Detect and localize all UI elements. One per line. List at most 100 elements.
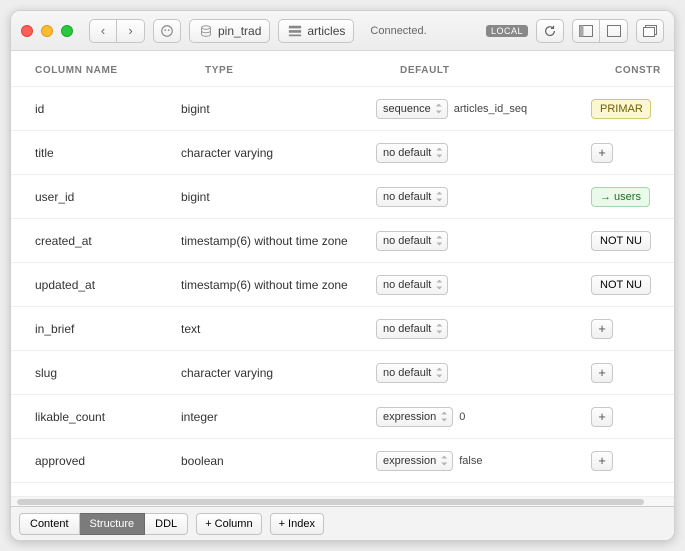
default-value[interactable]: articles_id_seq	[454, 103, 527, 115]
new-window-button[interactable]	[636, 19, 664, 43]
column-default: expression 0	[376, 407, 591, 427]
column-type[interactable]: bigint	[181, 102, 376, 116]
tab-ddl[interactable]: DDL	[145, 513, 188, 535]
back-button[interactable]: ‹	[89, 19, 117, 43]
column-row[interactable]: created_attimestamp(6) without time zone…	[11, 219, 674, 263]
table-icon	[287, 24, 303, 38]
column-row[interactable]: user_idbigintno default → users	[11, 175, 674, 219]
scrollbar-thumb[interactable]	[17, 499, 644, 505]
left-panel-toggle[interactable]	[572, 19, 600, 43]
window-controls	[21, 25, 73, 37]
column-constraints: +	[591, 143, 674, 163]
column-row[interactable]: slugcharacter varyingno default +	[11, 351, 674, 395]
column-name[interactable]: likable_count	[11, 410, 181, 424]
env-badge: LOCAL	[486, 25, 528, 37]
tab-content[interactable]: Content	[19, 513, 80, 535]
database-crumb[interactable]: pin_trad	[189, 19, 270, 43]
column-default: expression false	[376, 451, 591, 471]
column-default: no default	[376, 187, 591, 207]
footer-bar: ContentStructureDDL + Column + Index	[11, 506, 674, 540]
column-type[interactable]: timestamp(6) without time zone	[181, 278, 376, 292]
add-constraint-button[interactable]: +	[591, 451, 613, 471]
column-row[interactable]: idbigintsequence articles_id_seq PRIMAR	[11, 87, 674, 131]
column-default: no default	[376, 319, 591, 339]
refresh-icon	[543, 24, 557, 38]
column-type[interactable]: character varying	[181, 146, 376, 160]
column-constraints: +	[591, 319, 674, 339]
refresh-button[interactable]	[536, 19, 564, 43]
column-name[interactable]: approved	[11, 454, 181, 468]
window-stack-icon	[643, 25, 657, 37]
add-constraint-button[interactable]: +	[591, 363, 613, 383]
forward-button[interactable]: ›	[117, 19, 145, 43]
default-value[interactable]: false	[459, 455, 482, 467]
column-row[interactable]: updated_attimestamp(6) without time zone…	[11, 263, 674, 307]
header-type: TYPE	[205, 65, 400, 76]
add-constraint-button[interactable]: +	[591, 407, 613, 427]
column-type[interactable]: text	[181, 322, 376, 336]
column-default: no default	[376, 363, 591, 383]
column-row[interactable]: in_brieftextno default +	[11, 307, 674, 351]
table-crumb[interactable]: articles	[278, 19, 354, 43]
primary-key-badge[interactable]: PRIMAR	[591, 99, 651, 119]
column-type[interactable]: boolean	[181, 454, 376, 468]
default-mode-select[interactable]: expression	[376, 451, 453, 471]
panel-right-icon	[607, 25, 621, 37]
connection-button[interactable]	[153, 19, 181, 43]
column-default: sequence articles_id_seq	[376, 99, 591, 119]
chevron-left-icon: ‹	[101, 23, 105, 38]
nav-back-forward: ‹ ›	[89, 19, 145, 43]
not-null-badge[interactable]: NOT NU	[591, 231, 651, 251]
columns-list[interactable]: idbigintsequencearticles_id_seqPRIMARtit…	[11, 87, 674, 496]
column-name[interactable]: in_brief	[11, 322, 181, 336]
sidebar-toggle-group	[572, 19, 628, 43]
not-null-badge[interactable]: NOT NU	[591, 275, 651, 295]
column-name[interactable]: id	[11, 102, 181, 116]
default-value[interactable]: 0	[459, 411, 465, 423]
add-constraint-button[interactable]: +	[591, 143, 613, 163]
default-mode-select[interactable]: no default	[376, 143, 448, 163]
column-type[interactable]: integer	[181, 410, 376, 424]
column-constraints: NOT NU	[591, 275, 674, 295]
column-row[interactable]: likable_countintegerexpression 0 +	[11, 395, 674, 439]
column-name[interactable]: created_at	[11, 234, 181, 248]
minimize-window-button[interactable]	[41, 25, 53, 37]
header-default: DEFAULT	[400, 65, 615, 76]
column-default: no default	[376, 143, 591, 163]
tab-structure[interactable]: Structure	[80, 513, 146, 535]
panel-left-icon	[579, 25, 593, 37]
default-mode-select[interactable]: no default	[376, 363, 448, 383]
horizontal-scrollbar[interactable]	[11, 496, 674, 506]
default-mode-select[interactable]: expression	[376, 407, 453, 427]
header-constraints: CONSTR	[615, 65, 664, 76]
column-type[interactable]: bigint	[181, 190, 376, 204]
column-type[interactable]: timestamp(6) without time zone	[181, 234, 376, 248]
table-name: articles	[307, 24, 345, 38]
column-name[interactable]: updated_at	[11, 278, 181, 292]
column-default: no default	[376, 231, 591, 251]
column-constraints: +	[591, 407, 674, 427]
default-mode-select[interactable]: no default	[376, 319, 448, 339]
default-mode-select[interactable]: no default	[376, 231, 448, 251]
default-mode-select[interactable]: no default	[376, 187, 448, 207]
add-index-button[interactable]: + Index	[270, 513, 324, 535]
titlebar: ‹ › pin_trad articles Connected. LOCAL	[11, 11, 674, 51]
add-constraint-button[interactable]: +	[591, 319, 613, 339]
postgres-icon	[159, 24, 175, 38]
column-row[interactable]: approvedbooleanexpression false +	[11, 439, 674, 483]
foreign-key-badge[interactable]: → users	[591, 187, 650, 207]
default-mode-select[interactable]: sequence	[376, 99, 448, 119]
column-constraints: +	[591, 451, 674, 471]
default-mode-select[interactable]: no default	[376, 275, 448, 295]
header-name: COLUMN NAME	[35, 65, 205, 76]
column-name[interactable]: title	[11, 146, 181, 160]
column-type[interactable]: character varying	[181, 366, 376, 380]
add-column-button[interactable]: + Column	[196, 513, 261, 535]
zoom-window-button[interactable]	[61, 25, 73, 37]
column-name[interactable]: user_id	[11, 190, 181, 204]
column-name[interactable]: slug	[11, 366, 181, 380]
right-panel-toggle[interactable]	[600, 19, 628, 43]
close-window-button[interactable]	[21, 25, 33, 37]
column-row[interactable]: titlecharacter varyingno default +	[11, 131, 674, 175]
column-header-row: COLUMN NAME TYPE DEFAULT CONSTR	[11, 51, 674, 87]
